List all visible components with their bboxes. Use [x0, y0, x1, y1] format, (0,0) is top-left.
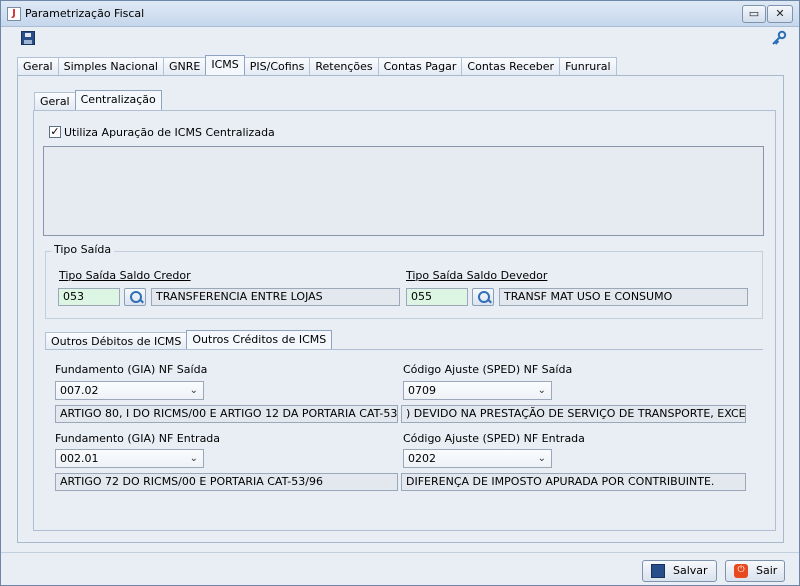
cod-entrada-select[interactable]: 0202 ⌄ — [403, 449, 552, 468]
centralizada-label: Utiliza Apuração de ICMS Centralizada — [64, 126, 275, 139]
cod-saida-label: Código Ajuste (SPED) NF Saída — [403, 363, 573, 376]
cod-saida-description: ) DEVIDO NA PRESTAÇÃO DE SERVIÇO DE TRAN… — [401, 405, 746, 423]
close-button[interactable]: ✕ — [767, 5, 793, 23]
saldo-devedor-code-input[interactable]: 055 — [406, 288, 468, 306]
save-button[interactable]: Salvar — [642, 560, 717, 582]
tab-pis-cofins[interactable]: PIS/Cofins — [244, 57, 310, 75]
tab-retencoes[interactable]: Retenções — [309, 57, 378, 75]
tab-contas-receber[interactable]: Contas Receber — [461, 57, 560, 75]
cod-entrada-value: 0202 — [408, 452, 436, 465]
fund-entrada-select[interactable]: 002.01 ⌄ — [55, 449, 204, 468]
fund-entrada-label: Fundamento (GIA) NF Entrada — [55, 432, 221, 445]
tab-funrural[interactable]: Funrural — [559, 57, 617, 75]
cod-entrada-label: Código Ajuste (SPED) NF Entrada — [403, 432, 585, 445]
saldo-devedor-description: TRANSF MAT USO E CONSUMO — [499, 288, 748, 306]
restore-button[interactable]: ▭ — [742, 5, 766, 23]
floppy-disk-icon — [651, 564, 665, 578]
title-bar: J Parametrização Fiscal ▭ ✕ — [1, 1, 799, 27]
saldo-credor-description: TRANSFERENCIA ENTRE LOJAS — [151, 288, 400, 306]
icms-sub-tabs: Geral Centralização — [34, 90, 162, 110]
chevron-down-icon: ⌄ — [189, 385, 198, 396]
chevron-down-icon: ⌄ — [537, 385, 546, 396]
saldo-credor-code-input[interactable]: 053 — [58, 288, 120, 306]
fund-saida-description: ARTIGO 80, I DO RICMS/00 E ARTIGO 12 DA … — [55, 405, 398, 423]
tipo-saida-title: Tipo Saída — [51, 243, 115, 256]
main-tabs: Geral Simples Nacional GNRE ICMS PIS/Cof… — [17, 55, 617, 75]
saldo-devedor-search-icon[interactable] — [472, 288, 494, 306]
cod-saida-value: 0709 — [408, 384, 436, 397]
exit-button-label: Sair — [756, 564, 778, 577]
fund-entrada-value: 002.01 — [60, 452, 99, 465]
key-icon[interactable] — [771, 30, 787, 46]
tipo-saida-group — [45, 251, 763, 319]
fund-saida-value: 007.02 — [60, 384, 99, 397]
main-window: J Parametrização Fiscal ▭ ✕ Geral Simple… — [0, 0, 800, 586]
observacao-textarea[interactable] — [43, 146, 764, 236]
fund-saida-select[interactable]: 007.02 ⌄ — [55, 381, 204, 400]
centralizada-checkbox[interactable]: ✓ — [49, 126, 61, 138]
fund-entrada-description: ARTIGO 72 DO RICMS/00 E PORTARIA CAT-53/… — [55, 473, 398, 491]
tab-outros-creditos[interactable]: Outros Créditos de ICMS — [186, 330, 333, 350]
subtab-geral[interactable]: Geral — [34, 92, 75, 110]
subtab-centralizacao[interactable]: Centralização — [74, 90, 162, 110]
tab-contas-pagar[interactable]: Contas Pagar — [377, 57, 462, 75]
outros-tabs: Outros Débitos de ICMS Outros Créditos d… — [45, 330, 333, 350]
saldo-credor-label: Tipo Saída Saldo Credor — [59, 269, 191, 282]
chevron-down-icon: ⌄ — [537, 453, 546, 464]
cod-saida-select[interactable]: 0709 ⌄ — [403, 381, 552, 400]
tab-simples-nacional[interactable]: Simples Nacional — [57, 57, 163, 75]
tab-outros-debitos[interactable]: Outros Débitos de ICMS — [45, 332, 187, 350]
fund-saida-label: Fundamento (GIA) NF Saída — [55, 363, 208, 376]
cod-entrada-description: DIFERENÇA DE IMPOSTO APURADA POR CONTRIB… — [401, 473, 746, 491]
tab-gnre[interactable]: GNRE — [162, 57, 206, 75]
chevron-down-icon: ⌄ — [189, 453, 198, 464]
save-button-label: Salvar — [673, 564, 708, 577]
window-title: Parametrização Fiscal — [25, 7, 145, 20]
saldo-credor-search-icon[interactable] — [124, 288, 146, 306]
power-icon: ⏻ — [734, 564, 748, 578]
java-icon: J — [7, 7, 21, 21]
saldo-devedor-label: Tipo Saída Saldo Devedor — [406, 269, 548, 282]
floppy-disk-icon[interactable] — [21, 31, 35, 45]
tab-icms[interactable]: ICMS — [205, 55, 245, 75]
exit-button[interactable]: ⏻ Sair — [725, 560, 785, 582]
tab-geral[interactable]: Geral — [17, 57, 58, 75]
